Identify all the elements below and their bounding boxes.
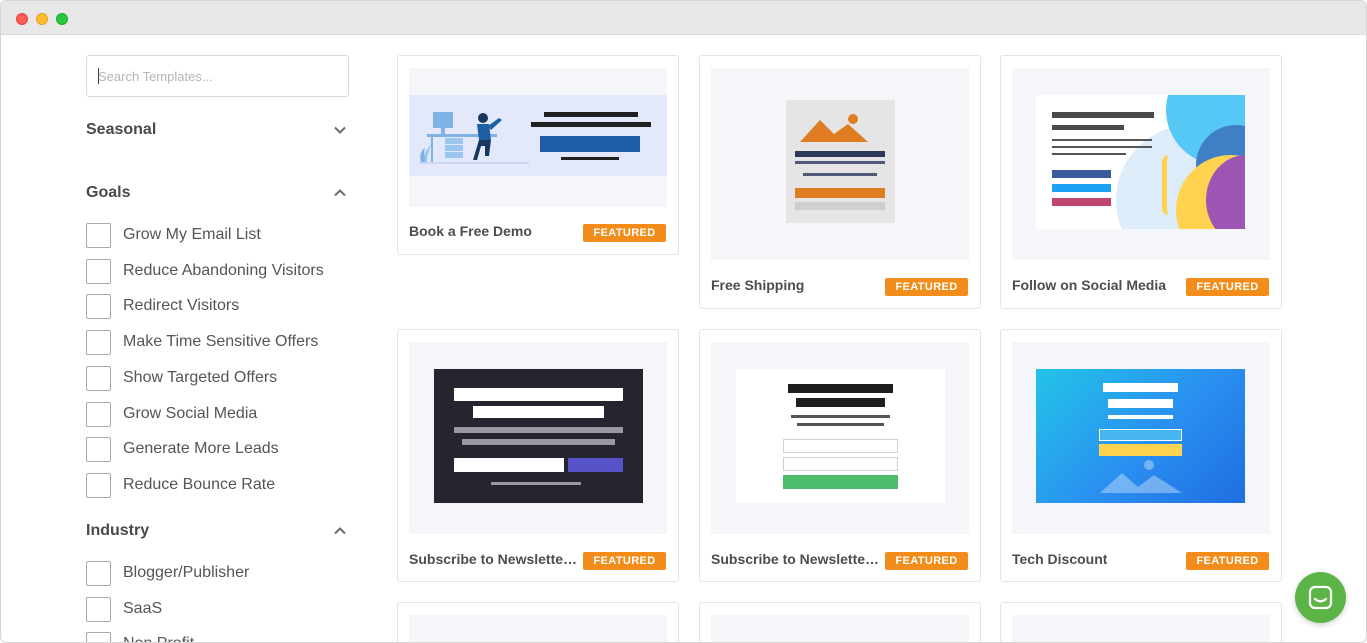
- template-card-follow-social[interactable]: Follow on Social Media FEATURED: [1000, 55, 1282, 309]
- goal-filter-grow-email-list[interactable]: Grow My Email List: [86, 222, 261, 248]
- template-title: Subscribe to Newsletter ...: [409, 551, 581, 567]
- goal-filter-reduce-bounce-rate[interactable]: Reduce Bounce Rate: [86, 472, 275, 498]
- checkbox-label: Grow My Email List: [123, 226, 261, 243]
- industry-filter-saas[interactable]: SaaS: [86, 596, 162, 622]
- checkbox-label: Generate More Leads: [123, 440, 279, 457]
- chevron-up-icon[interactable]: [333, 186, 347, 200]
- template-title: Book a Free Demo: [409, 223, 532, 239]
- industry-filter-blogger-publisher[interactable]: Blogger/Publisher: [86, 560, 249, 586]
- template-thumbnail: [1012, 615, 1270, 642]
- template-card-partial[interactable]: [699, 602, 981, 642]
- checkbox[interactable]: [86, 472, 111, 498]
- template-card-subscribe-newsletter-light[interactable]: Subscribe to Newsletter ... FEATURED: [699, 329, 981, 582]
- zoom-window-button[interactable]: [56, 13, 68, 25]
- checkbox-label: Grow Social Media: [123, 405, 258, 422]
- industry-section-title[interactable]: Industry: [86, 522, 149, 540]
- checkbox[interactable]: [86, 222, 111, 248]
- template-card-free-shipping[interactable]: Free Shipping FEATURED: [699, 55, 981, 309]
- close-window-button[interactable]: [16, 13, 28, 25]
- chat-icon: [1308, 585, 1333, 610]
- checkbox-label: Blogger/Publisher: [123, 564, 250, 581]
- checkbox[interactable]: [86, 329, 111, 355]
- search-templates-input[interactable]: [86, 55, 349, 97]
- template-thumbnail: [711, 68, 969, 260]
- industry-filter-non-profit[interactable]: Non Profit: [86, 631, 194, 642]
- goal-filter-reduce-abandoning-visitors[interactable]: Reduce Abandoning Visitors: [86, 258, 324, 284]
- template-thumbnail: [1012, 68, 1270, 260]
- app-window: Seasonal Goals Grow My Email List Reduce…: [0, 0, 1367, 643]
- template-thumbnail: [409, 615, 667, 642]
- checkbox[interactable]: [86, 258, 111, 284]
- template-thumbnail: [711, 342, 969, 534]
- checkbox-label: Reduce Bounce Rate: [123, 476, 276, 493]
- chevron-down-icon[interactable]: [333, 123, 347, 137]
- checkbox[interactable]: [86, 365, 111, 391]
- goal-filter-grow-social-media[interactable]: Grow Social Media: [86, 401, 257, 427]
- image-placeholder-icon: [1100, 460, 1182, 493]
- image-placeholder-icon: [800, 114, 868, 142]
- template-card-book-demo[interactable]: Book a Free Demo FEATURED: [397, 55, 679, 255]
- checkbox[interactable]: [86, 560, 111, 586]
- seasonal-section-title[interactable]: Seasonal: [86, 121, 156, 139]
- goal-filter-time-sensitive-offers[interactable]: Make Time Sensitive Offers: [86, 329, 318, 355]
- template-title: Tech Discount: [1012, 551, 1108, 567]
- checkbox-label: SaaS: [123, 600, 163, 617]
- template-thumbnail: [1012, 342, 1270, 534]
- chevron-up-icon[interactable]: [333, 524, 347, 538]
- checkbox-label: Reduce Abandoning Visitors: [123, 262, 324, 279]
- goal-filter-redirect-visitors[interactable]: Redirect Visitors: [86, 293, 239, 319]
- checkbox-label: Make Time Sensitive Offers: [123, 333, 319, 350]
- checkbox-label: Show Targeted Offers: [123, 369, 278, 386]
- featured-badge: FEATURED: [1186, 552, 1269, 570]
- checkbox-label: Redirect Visitors: [123, 297, 240, 314]
- featured-badge: FEATURED: [885, 552, 968, 570]
- template-thumbnail: [711, 615, 969, 642]
- goal-filter-generate-more-leads[interactable]: Generate More Leads: [86, 436, 279, 462]
- featured-badge: FEATURED: [583, 552, 666, 570]
- featured-badge: FEATURED: [1186, 278, 1269, 296]
- template-card-subscribe-newsletter-dark[interactable]: Subscribe to Newsletter ... FEATURED: [397, 329, 679, 582]
- template-card-partial[interactable]: [1000, 602, 1282, 642]
- checkbox[interactable]: [86, 596, 111, 622]
- window-titlebar: [1, 1, 1366, 35]
- desk-illustration-icon: [419, 112, 529, 164]
- checkbox[interactable]: [86, 436, 111, 462]
- checkbox[interactable]: [86, 401, 111, 427]
- checkbox[interactable]: [86, 293, 111, 319]
- template-thumbnail: [409, 342, 667, 534]
- template-title: Follow on Social Media: [1012, 277, 1167, 293]
- checkbox-label: Non Profit: [123, 635, 194, 642]
- minimize-window-button[interactable]: [36, 13, 48, 25]
- featured-badge: FEATURED: [885, 278, 968, 296]
- template-card-tech-discount[interactable]: Tech Discount FEATURED: [1000, 329, 1282, 582]
- template-title: Free Shipping: [711, 277, 805, 293]
- checkbox[interactable]: [86, 631, 111, 642]
- text-cursor: [98, 68, 99, 84]
- goal-filter-targeted-offers[interactable]: Show Targeted Offers: [86, 365, 277, 391]
- template-card-partial[interactable]: [397, 602, 679, 642]
- template-title: Subscribe to Newsletter ...: [711, 551, 883, 567]
- template-thumbnail: [409, 68, 667, 207]
- featured-badge: FEATURED: [583, 224, 666, 242]
- goals-section-title[interactable]: Goals: [86, 184, 130, 202]
- chat-launcher-button[interactable]: [1295, 572, 1346, 623]
